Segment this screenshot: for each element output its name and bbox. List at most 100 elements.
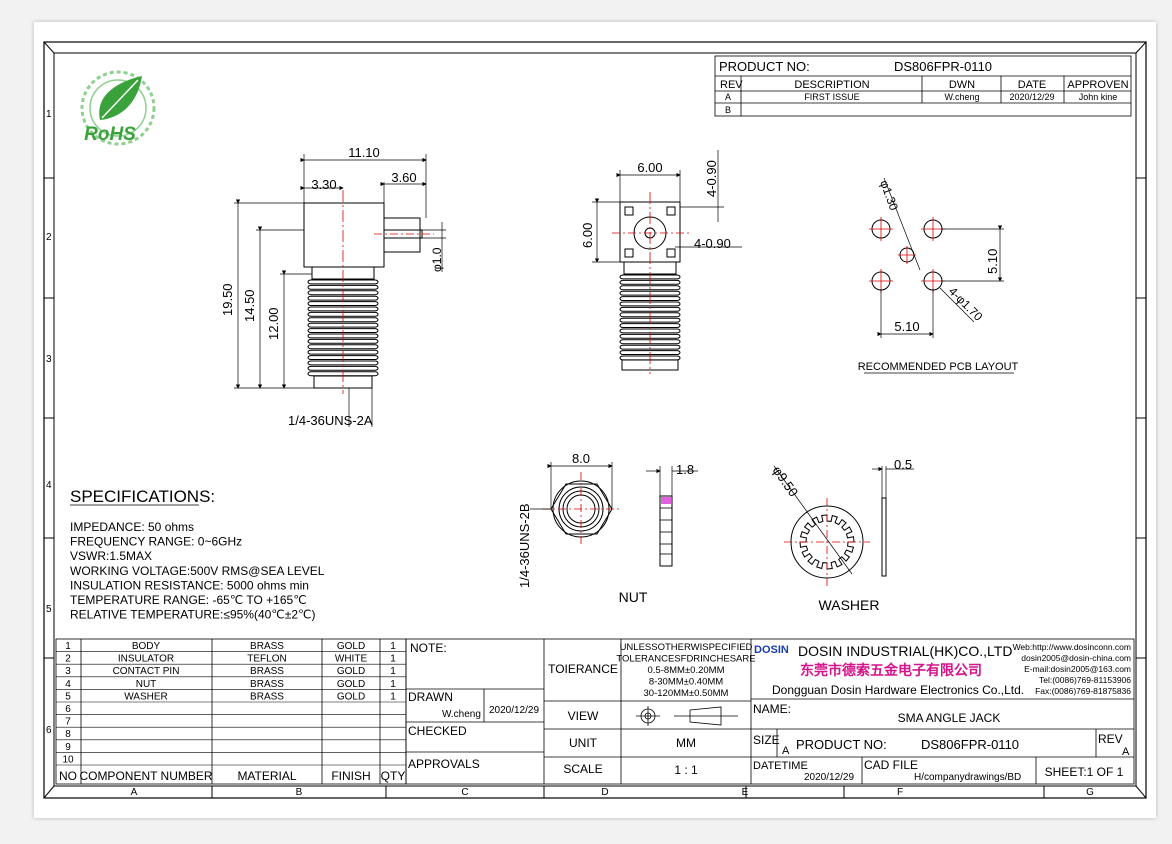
spec-line: IMPEDANCE: 50 ohms [70, 520, 194, 534]
front-dim-width: 6.00 [637, 160, 662, 175]
front-dim-hole2: 4-0.90 [694, 236, 731, 251]
nut-dim-thread: 1/4-36UNS-2B [517, 503, 532, 588]
tolerance-line: 30-120MM±0.50MM [644, 688, 729, 699]
name-value: SMA ANGLE JACK [898, 711, 1001, 725]
row-marker: 2 [46, 232, 52, 243]
col-marker: F [897, 787, 903, 798]
bom-cell: 8 [65, 729, 71, 740]
rev-a-dwn: W.cheng [944, 92, 979, 102]
dwn-header: DWN [949, 79, 975, 91]
pcb-dim-small-hole: φ1.30 [877, 178, 901, 212]
tolerance-line: 8-30MM±0.40MM [649, 677, 723, 688]
bom-cell: 1 [390, 679, 396, 690]
dim-overall-width: 11.10 [348, 145, 380, 160]
nut-dim-width: 8.0 [572, 451, 590, 466]
company-name-cn: 东莞市德索五金电子有限公司 [800, 662, 982, 678]
tolerance-label: TOIERANCE [548, 662, 618, 676]
approven-header: APPROVEN [1067, 79, 1128, 91]
bom-cell: 10 [62, 754, 74, 765]
bom-cell: 6 [65, 704, 71, 715]
tb-product-no: DS806FPR-0110 [921, 737, 1019, 752]
tolerance-line: UNLESSOTHERWISPECIFIED [620, 642, 753, 653]
contact-line: E-mail:dosin2005@163.com [1024, 664, 1131, 674]
desc-header: DESCRIPTION [794, 79, 869, 91]
cadfile-label: CAD FILE [864, 758, 918, 772]
rev-label: REV [1098, 732, 1123, 746]
note-label: NOTE: [410, 641, 447, 655]
name-label: NAME: [753, 702, 791, 716]
revision-block: PRODUCT NO: DS806FPR-0110 REV DESCRIPTIO… [714, 55, 1132, 117]
spec-line: WORKING VOLTAGE:500V RMS@SEA LEVEL [70, 564, 325, 578]
bom-cell: 3 [65, 666, 71, 677]
bom-cell: NUT [136, 679, 157, 690]
side-view: 11.10 3.30 3.60 φ1.0 19.50 14.50 12.00 1… [220, 145, 446, 428]
thread-ridge [307, 301, 379, 307]
rohs-text: RoHS [84, 124, 136, 145]
product-no-label: PRODUCT NO: [719, 59, 810, 74]
projection-symbol [636, 706, 738, 726]
bom-cell: CONTACT PIN [113, 666, 180, 677]
bom-cell: BRASS [250, 641, 284, 652]
thread-ridge [619, 323, 681, 329]
row-marker: 4 [46, 480, 52, 491]
tb-product-no-label: PRODUCT NO: [796, 737, 887, 752]
specifications: SPECIFICATIONS: IMPEDANCE: 50 ohmsFREQUE… [70, 487, 325, 622]
dim-h3: 12.00 [266, 307, 281, 340]
bom-header: COMPONENT NUMBER [79, 769, 212, 783]
nut-caption: NUT [619, 589, 648, 605]
col-marker: D [601, 787, 608, 798]
sheet-number: SHEET:1 OF 1 [1045, 765, 1124, 779]
bom-cell: 7 [65, 717, 71, 728]
date-header: DATE [1018, 79, 1047, 91]
bom-cell: WASHER [124, 691, 168, 702]
bom-cell: BRASS [250, 666, 284, 677]
scale-label: SCALE [563, 762, 602, 776]
col-marker: G [1086, 787, 1094, 798]
tolerance-line: TOLERANCESFDRINCHESARE [616, 654, 755, 665]
front-dim-height: 6.00 [580, 223, 595, 248]
rev-b: B [725, 105, 731, 115]
bom-cell: BODY [132, 641, 161, 652]
dim-h2: 14.50 [242, 289, 257, 322]
bom-cell: 9 [65, 742, 71, 753]
bom-cell: 4 [65, 679, 71, 690]
bom-header: NO [59, 769, 77, 783]
size-value: A [782, 745, 790, 757]
tolerance-line: 0.5-8MM±0.20MM [647, 665, 724, 676]
row-marker: 1 [46, 109, 52, 120]
row-markers: 1 2 3 4 5 6 [46, 109, 52, 736]
spec-line: TEMPERATURE RANGE: -65℃ TO +165℃ [70, 593, 307, 607]
bom-header: FINISH [331, 769, 370, 783]
view-label: VIEW [568, 709, 599, 723]
col-markers: A B C D E F G [131, 787, 1094, 798]
rev-a-date: 2020/12/29 [1009, 92, 1054, 102]
pcb-dim-vertical: 5.10 [985, 249, 1000, 274]
rohs-logo: RoHS [80, 70, 156, 146]
bom-cell: BRASS [250, 679, 284, 690]
bom-header: MATERIAL [237, 769, 296, 783]
bom-cell: WHITE [335, 654, 368, 665]
contact-line: Web:http://www.dosinconn.com [1013, 642, 1131, 652]
spec-line: FREQUENCY RANGE: 0~6GHz [70, 535, 242, 549]
nut-view: 8.0 1.8 1/4-36UNS-2B NUT [517, 451, 698, 605]
datetime-value: 2020/12/29 [804, 772, 854, 783]
checked-label: CHECKED [408, 724, 467, 738]
front-dim-hole1: 4-0.90 [704, 160, 719, 197]
contact-line: Tel:(0086)769-81153906 [1039, 675, 1131, 685]
size-label: SIZE [753, 733, 780, 747]
dim-pin-dia: φ1.0 [430, 247, 444, 272]
drawn-by: W.cheng [442, 709, 481, 720]
pcb-caption: RECOMMENDED PCB LAYOUT [858, 361, 1019, 373]
specs-heading: SPECIFICATIONS: [70, 487, 215, 506]
bom-cell: GOLD [337, 666, 365, 677]
row-marker: 5 [46, 604, 52, 615]
bom-cell: TEFLON [247, 654, 286, 665]
rev-value: A [1122, 746, 1130, 758]
bom-cell: GOLD [337, 641, 365, 652]
bom-cell: 1 [390, 691, 396, 702]
bom-cell: 1 [65, 641, 71, 652]
drawn-date: 2020/12/29 [489, 705, 539, 716]
rev-a-desc: FIRST ISSUE [804, 92, 859, 102]
washer-dim-thickness: 0.5 [894, 457, 912, 472]
col-marker: C [461, 787, 468, 798]
